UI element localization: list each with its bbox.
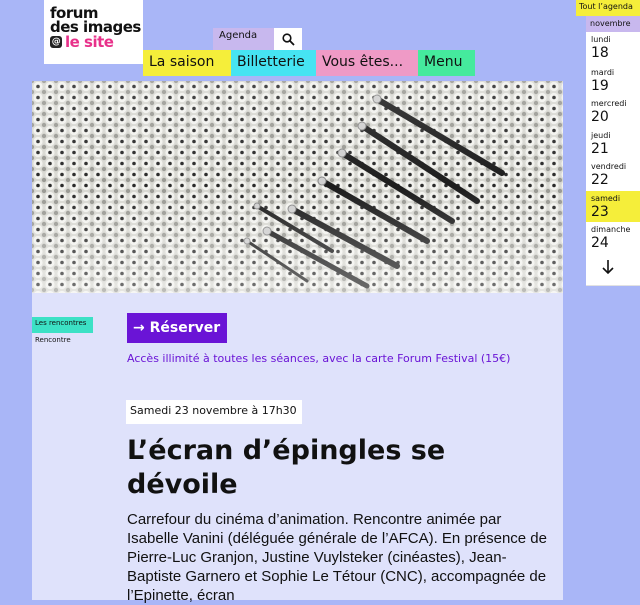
day-number: 24 <box>591 235 609 251</box>
at-icon: @ <box>50 36 62 48</box>
nav-vous-etes[interactable]: Vous êtes... <box>316 50 418 76</box>
agenda-month: novembre <box>586 16 640 32</box>
access-pass-link[interactable]: Accès illimité à toutes les séances, ave… <box>127 352 510 365</box>
nav-billetterie[interactable]: Billetterie <box>231 50 316 76</box>
all-agenda-link[interactable]: Tout l’agenda <box>576 0 640 16</box>
nav-menu[interactable]: Menu <box>418 50 475 76</box>
day-number: 20 <box>591 109 609 125</box>
hero-image-pinscreen <box>32 81 563 293</box>
day-name: lundi <box>591 35 611 44</box>
day-number: 19 <box>591 78 609 94</box>
day-name: mercredi <box>591 99 627 108</box>
agenda-button[interactable]: Agenda <box>213 28 274 50</box>
search-button[interactable] <box>274 28 302 50</box>
nav-la-saison[interactable]: La saison <box>143 50 231 76</box>
day-number: 21 <box>591 141 609 157</box>
event-title: L’écran d’épingles se dévoile <box>127 435 446 500</box>
category-tag-rencontre[interactable]: Rencontre <box>32 333 77 349</box>
search-icon <box>281 32 295 46</box>
day-name: samedi <box>591 194 621 203</box>
logo-line-3-text: le site <box>65 33 114 51</box>
event-description: Carrefour du cinéma d’animation. Rencont… <box>127 511 547 604</box>
day-number: 22 <box>591 172 609 188</box>
day-name: dimanche <box>591 225 631 234</box>
reserve-button[interactable]: → Réserver <box>127 313 227 343</box>
day-name: mardi <box>591 68 615 77</box>
forum-des-images-logo[interactable]: forum des images @ le site <box>44 0 143 64</box>
logo-line-2: des images <box>50 18 141 36</box>
day-name: jeudi <box>591 131 611 140</box>
day-number: 23 <box>591 204 609 220</box>
arrow-down-icon <box>602 260 614 275</box>
event-date: Samedi 23 novembre à 17h30 <box>126 400 302 424</box>
main-nav: La saison Billetterie Vous êtes... Menu <box>143 50 475 76</box>
logo-line-3: @ le site <box>50 34 143 50</box>
agenda-scroll-down-button[interactable] <box>597 256 619 278</box>
day-number: 18 <box>591 45 609 61</box>
day-name: vendredi <box>591 162 627 171</box>
category-tag-les-rencontres[interactable]: Les rencontres <box>32 317 93 333</box>
